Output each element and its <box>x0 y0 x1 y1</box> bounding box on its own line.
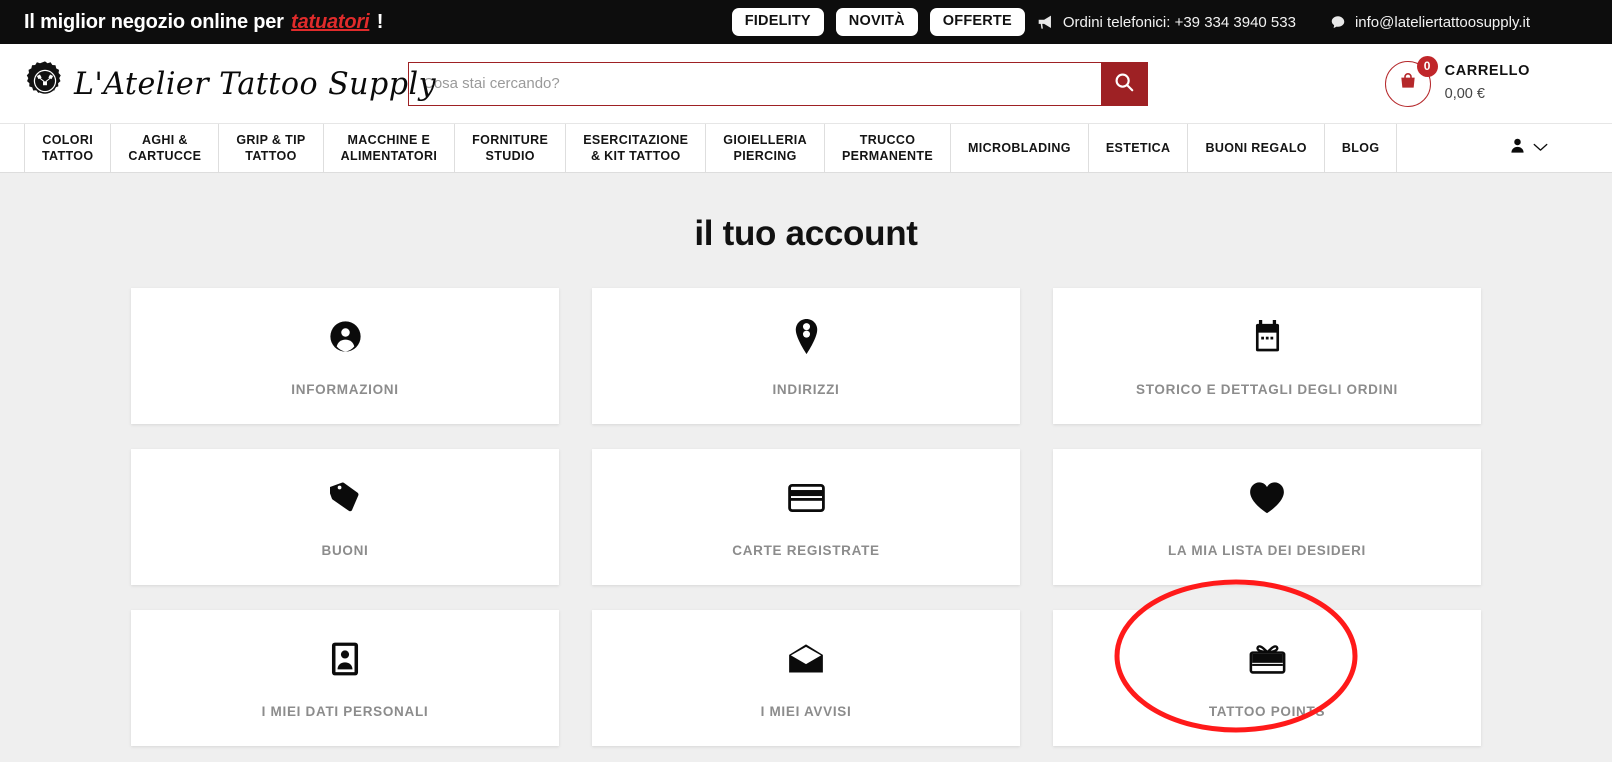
card-label: INFORMAZIONI <box>291 381 399 397</box>
logo-text: L'Atelier Tattoo Supply <box>74 65 437 102</box>
cart-icon-circle: 0 <box>1384 55 1438 107</box>
card-label: I MIEI DATI PERSONALI <box>261 703 429 719</box>
card-dati-personali[interactable]: I MIEI DATI PERSONALI <box>131 610 559 746</box>
logo[interactable]: L'Atelier Tattoo Supply <box>24 60 436 107</box>
offerte-button[interactable]: OFFERTE <box>929 8 1025 36</box>
phone-contact[interactable]: Ordini telefonici: +39 334 3940 533 <box>1037 14 1296 31</box>
cart-title: CARRELLO <box>1444 63 1530 80</box>
credit-card-icon <box>787 477 825 519</box>
gift-card-icon <box>1249 638 1286 680</box>
card-label: INDIRIZZI <box>772 381 840 397</box>
card-tattoo-points[interactable]: TATTOO POINTS <box>1053 610 1481 746</box>
cart-text-group: CARRELLO 0,00 € <box>1445 62 1530 104</box>
account-cards-grid: INFORMAZIONI INDIRIZZI STORICO E DETTAGL… <box>131 288 1481 746</box>
phone-text: Ordini telefonici: +39 334 3940 533 <box>1062 13 1296 31</box>
nav-trucco-permanente[interactable]: TRUCCO PERMANENTE <box>825 124 952 172</box>
novita-button[interactable]: NOVITÀ <box>835 8 918 36</box>
card-lista-desideri[interactable]: LA MIA LISTA DEI DESIDERI <box>1053 449 1481 585</box>
cart-total: 0,00 € <box>1444 86 1485 102</box>
site-header: L'Atelier Tattoo Supply 0 CARRELLO <box>0 44 1612 123</box>
envelope-icon <box>788 638 824 680</box>
map-pin-icon <box>793 316 820 358</box>
cart-count-badge: 0 <box>1416 55 1438 77</box>
main-navigation: COLORI TATTOO AGHI & CARTUCCE GRIP & TIP… <box>0 123 1612 173</box>
card-label: I MIEI AVVISI <box>760 703 852 719</box>
nav-buoni-regalo[interactable]: BUONI REGALO <box>1188 124 1325 172</box>
card-buoni[interactable]: BUONI <box>131 449 559 585</box>
tag-icon <box>329 477 361 519</box>
chat-bubble-icon <box>1330 15 1346 30</box>
person-icon <box>1509 136 1526 160</box>
email-text: info@lateliertattoosupply.it <box>1354 13 1530 31</box>
nav-aghi-cartucce[interactable]: AGHI & CARTUCCE <box>111 124 220 172</box>
slogan-highlight-link[interactable]: tatuatori <box>291 11 369 33</box>
search-bar[interactable] <box>408 61 1148 106</box>
user-account-menu[interactable] <box>1509 124 1612 172</box>
search-button[interactable] <box>1101 62 1147 105</box>
nav-grip-tip-tattoo[interactable]: GRIP & TIP TATTOO <box>219 124 324 172</box>
page-title: il tuo account <box>694 214 918 253</box>
nav-forniture-studio[interactable]: FORNITURE STUDIO <box>455 124 567 172</box>
nav-gioielleria-piercing[interactable]: GIOIELLERIA PIERCING <box>706 124 825 172</box>
nav-estetica[interactable]: ESTETICA <box>1089 124 1189 172</box>
id-card-icon <box>331 638 359 680</box>
nav-esercitazione-kit-tattoo[interactable]: ESERCITAZIONE & KIT TATTOO <box>566 124 707 172</box>
top-announcement-bar: Il miglior negozio online per tatuatori … <box>0 0 1612 44</box>
card-label: TATTOO POINTS <box>1208 703 1326 719</box>
nav-colori-tattoo[interactable]: COLORI TATTOO <box>24 124 112 172</box>
card-label: BUONI <box>321 542 369 558</box>
slogan-prefix: Il miglior negozio online per <box>24 10 284 33</box>
search-icon <box>1113 71 1135 96</box>
gear-tattoo-machines-icon <box>24 60 66 107</box>
card-informazioni[interactable]: INFORMAZIONI <box>131 288 559 424</box>
slogan: Il miglior negozio online per tatuatori … <box>24 11 383 34</box>
slogan-suffix: ! <box>376 10 384 33</box>
shopping-bag-icon <box>1398 71 1418 96</box>
topbar-right-group: FIDELITY NOVITÀ OFFERTE Ordini telefonic… <box>731 8 1588 36</box>
cart-widget[interactable]: 0 CARRELLO 0,00 € <box>1384 55 1588 107</box>
search-input[interactable] <box>409 62 1101 105</box>
card-label: LA MIA LISTA DEI DESIDERI <box>1167 542 1366 558</box>
card-carte-registrate[interactable]: CARTE REGISTRATE <box>592 449 1020 585</box>
nav-blog[interactable]: BLOG <box>1325 124 1398 172</box>
email-contact[interactable]: info@lateliertattoosupply.it <box>1330 14 1530 31</box>
account-page: il tuo account INFORMAZIONI INDIRIZZI ST… <box>0 173 1612 762</box>
nav-macchine-alimentatori[interactable]: MACCHINE E ALIMENTATORI <box>324 124 456 172</box>
heart-icon <box>1249 477 1285 519</box>
card-label: STORICO E DETTAGLI DEGLI ORDINI <box>1136 381 1398 397</box>
fidelity-button[interactable]: FIDELITY <box>731 8 824 36</box>
megaphone-icon <box>1037 15 1054 30</box>
calendar-icon <box>1253 316 1282 358</box>
card-label: CARTE REGISTRATE <box>732 542 880 558</box>
card-indirizzi[interactable]: INDIRIZZI <box>592 288 1020 424</box>
account-circle-icon <box>329 316 362 358</box>
card-miei-avvisi[interactable]: I MIEI AVVISI <box>592 610 1020 746</box>
chevron-down-icon <box>1533 139 1548 157</box>
nav-microblading[interactable]: MICROBLADING <box>951 124 1089 172</box>
card-storico-ordini[interactable]: STORICO E DETTAGLI DEGLI ORDINI <box>1053 288 1481 424</box>
